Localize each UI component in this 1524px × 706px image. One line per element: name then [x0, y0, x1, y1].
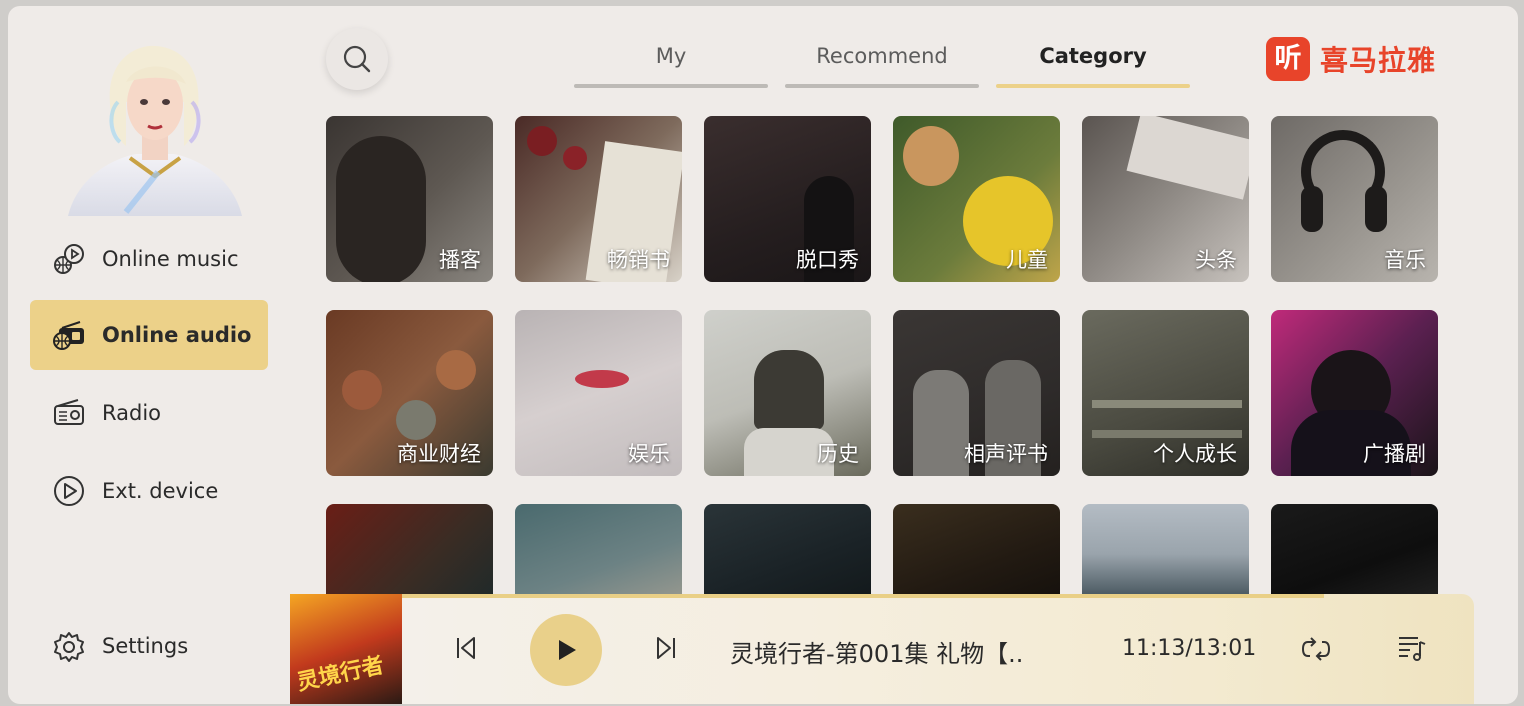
category-label: 广播剧 — [1363, 442, 1426, 466]
album-cover[interactable]: 灵境行者 — [290, 594, 402, 704]
search-button[interactable] — [326, 28, 388, 90]
tab-underline — [785, 84, 979, 88]
category-label: 音乐 — [1384, 248, 1426, 272]
sidebar-item-label: Online audio — [102, 323, 252, 347]
category-label: 头条 — [1195, 248, 1237, 272]
category-tile-headlines[interactable]: 头条 — [1082, 116, 1249, 282]
logo-glyph: 听 — [1274, 43, 1302, 74]
app-window: Online music Online audio Radio Ext. dev… — [8, 6, 1518, 704]
playback-time: 11:13/13:01 — [1122, 636, 1257, 661]
category-label: 播客 — [439, 248, 481, 272]
next-button[interactable] — [652, 634, 680, 662]
tab-my[interactable]: My — [574, 38, 768, 88]
category-tile-podcast[interactable]: 播客 — [326, 116, 493, 282]
track-title: 灵境行者-第001集 礼物【.. — [730, 640, 1024, 668]
category-label: 商业财经 — [397, 442, 481, 466]
category-tile-personal-growth[interactable]: 个人成长 — [1082, 310, 1249, 476]
cover-title: 灵境行者 — [294, 653, 387, 696]
repeat-mode-button[interactable] — [1300, 636, 1332, 662]
category-tile[interactable] — [893, 504, 1060, 604]
category-label: 畅销书 — [607, 248, 670, 272]
category-tile-children[interactable]: 儿童 — [893, 116, 1060, 282]
playlist-button[interactable] — [1396, 632, 1428, 664]
assistant-avatar[interactable] — [66, 42, 244, 216]
playback-progress[interactable] — [402, 594, 1324, 598]
play-icon — [559, 640, 576, 660]
category-tile-entertainment[interactable]: 娱乐 — [515, 310, 682, 476]
ximalaya-logo: 听 喜马拉雅 — [1266, 36, 1436, 82]
category-label: 脱口秀 — [796, 248, 859, 272]
music-disc-icon — [54, 244, 84, 274]
sidebar-item-ext-device[interactable]: Ext. device — [30, 456, 268, 526]
next-icon — [657, 637, 671, 659]
category-tile[interactable] — [326, 504, 493, 604]
sidebar-item-radio[interactable]: Radio — [30, 378, 268, 448]
radio-globe-icon — [53, 321, 84, 350]
previous-button[interactable] — [452, 634, 480, 662]
category-tile-business-finance[interactable]: 商业财经 — [326, 310, 493, 476]
play-button[interactable] — [530, 614, 602, 686]
category-label: 娱乐 — [628, 442, 670, 466]
playlist-icon — [1399, 637, 1418, 657]
settings-button[interactable]: Settings — [52, 628, 252, 668]
tab-recommend[interactable]: Recommend — [785, 38, 979, 88]
category-tile[interactable] — [704, 504, 871, 604]
sidebar-item-label: Ext. device — [102, 479, 219, 503]
search-icon — [343, 45, 371, 73]
category-tile-crosstalk-storytelling[interactable]: 相声评书 — [893, 310, 1060, 476]
category-label: 儿童 — [1006, 248, 1048, 272]
tab-label: Recommend — [816, 44, 948, 68]
brand-name: 喜马拉雅 — [1320, 44, 1437, 77]
category-tile[interactable] — [1082, 504, 1249, 604]
tab-underline — [996, 84, 1190, 88]
category-tile-bestseller[interactable]: 畅销书 — [515, 116, 682, 282]
settings-label: Settings — [102, 634, 189, 658]
sidebar-item-label: Online music — [102, 247, 239, 271]
sidebar-item-online-audio[interactable]: Online audio — [30, 300, 268, 370]
category-tile-radio-drama[interactable]: 广播剧 — [1271, 310, 1438, 476]
category-tile-music[interactable]: 音乐 — [1271, 116, 1438, 282]
sidebar-item-online-music[interactable]: Online music — [30, 224, 268, 294]
category-tile[interactable] — [1271, 504, 1438, 604]
category-tile[interactable] — [515, 504, 682, 604]
sidebar-item-label: Radio — [102, 401, 162, 425]
radio-icon — [54, 399, 84, 425]
tab-category[interactable]: Category — [996, 38, 1190, 88]
brand-logo-icon: 听 — [1266, 37, 1310, 81]
category-tile-history[interactable]: 历史 — [704, 310, 871, 476]
gear-icon — [54, 632, 84, 662]
category-label: 相声评书 — [964, 442, 1048, 466]
tab-underline — [574, 84, 768, 88]
category-tile-talk-show[interactable]: 脱口秀 — [704, 116, 871, 282]
tab-label: My — [655, 44, 687, 68]
category-label: 个人成长 — [1153, 442, 1237, 466]
play-circle-icon — [54, 476, 84, 506]
category-label: 历史 — [817, 442, 859, 466]
tab-label: Category — [1039, 44, 1147, 68]
